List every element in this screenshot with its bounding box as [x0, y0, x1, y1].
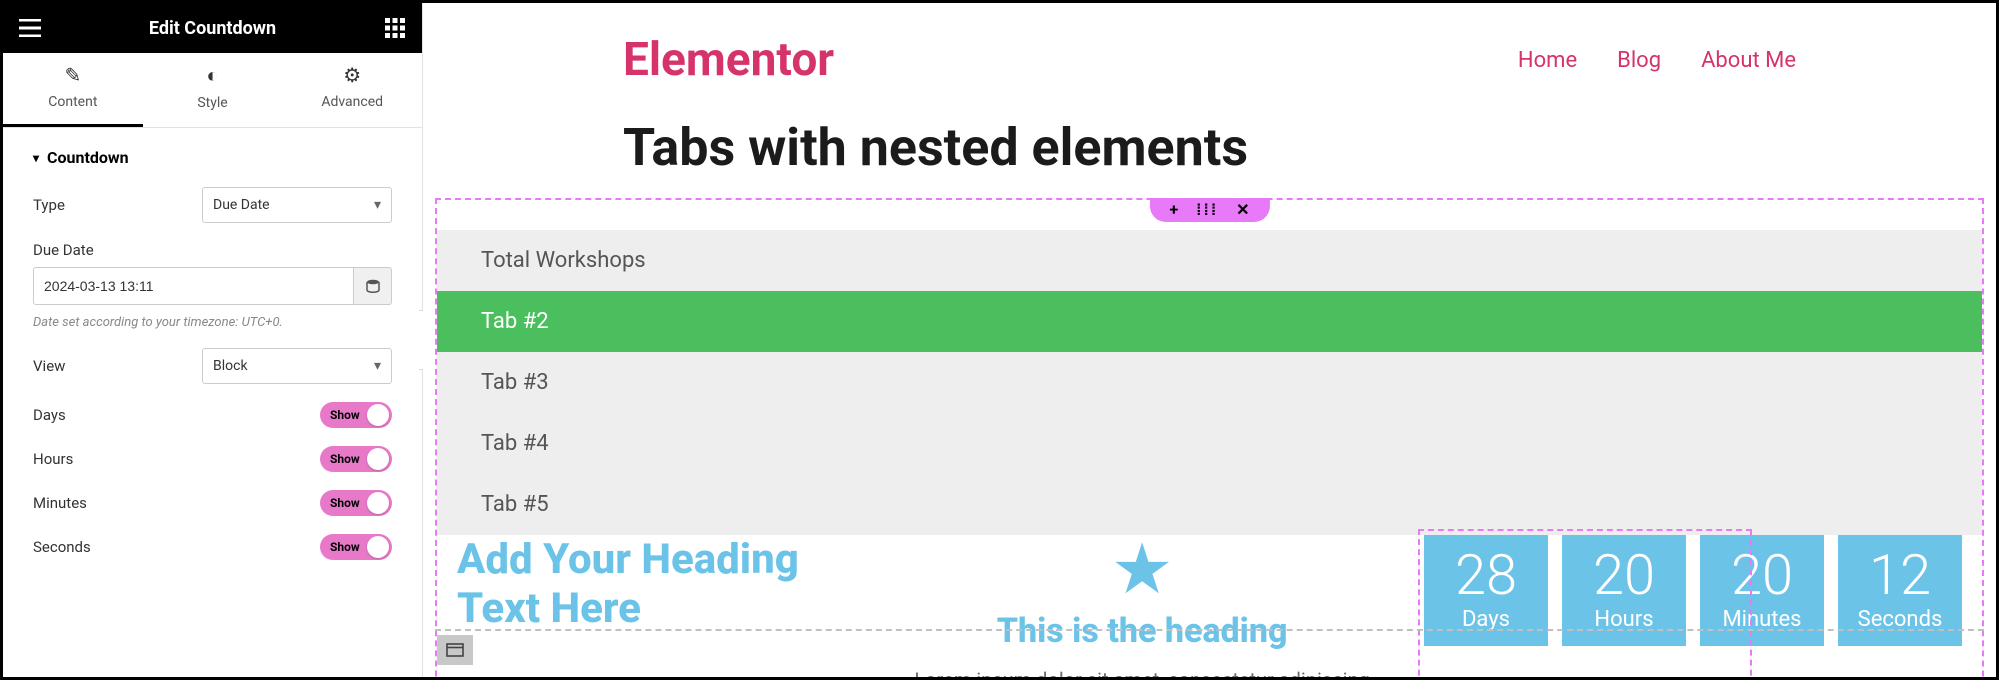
control-days: Days Show	[33, 402, 392, 428]
tabs-row: Total Workshops Tab #2 Tab #3 Tab #4 Tab…	[437, 230, 1982, 535]
tab-advanced[interactable]: ⚙ Advanced	[282, 53, 422, 127]
widgets-icon[interactable]	[382, 15, 408, 41]
nav-blog[interactable]: Blog	[1617, 48, 1661, 73]
site-header: Elementor Home Blog About Me	[423, 3, 1996, 97]
view-select[interactable]: Block ▾	[202, 348, 392, 384]
tab-2[interactable]: Tab #2	[437, 291, 1982, 352]
minutes-unit: Minutes	[1700, 607, 1824, 632]
control-view: View Block ▾	[33, 348, 392, 384]
due-date-input[interactable]	[33, 267, 354, 305]
hours-label: Hours	[33, 450, 73, 468]
days-value: 28	[1424, 545, 1548, 607]
editor-canvas: Elementor Home Blog About Me Tabs with n…	[423, 3, 1996, 677]
tab-style-label: Style	[197, 95, 227, 111]
drag-icon[interactable]: ⁞⁞⁞	[1196, 202, 1218, 218]
panel-tabs: ✎ Content ◐ Style ⚙ Advanced	[3, 53, 422, 128]
tab-total-workshops[interactable]: Total Workshops	[437, 230, 1982, 291]
minutes-value: 20	[1700, 545, 1824, 607]
seconds-label: Seconds	[33, 538, 91, 556]
due-date-label: Due Date	[33, 241, 392, 259]
site-brand[interactable]: Elementor	[623, 33, 834, 87]
days-toggle[interactable]: Show	[320, 402, 392, 428]
menu-icon[interactable]	[17, 15, 43, 41]
minutes-toggle[interactable]: Show	[320, 490, 392, 516]
chevron-down-icon: ▾	[374, 358, 381, 374]
page-title: Tabs with nested elements	[423, 97, 1996, 198]
heading-widget[interactable]: Add Your Heading Text Here	[457, 535, 860, 633]
section-title: Countdown	[47, 148, 129, 167]
site-nav: Home Blog About Me	[1518, 48, 1796, 73]
sidebar-header: Edit Countdown	[3, 3, 422, 53]
hours-unit: Hours	[1562, 607, 1686, 632]
tab-style[interactable]: ◐ Style	[143, 53, 283, 127]
hours-toggle[interactable]: Show	[320, 446, 392, 472]
seconds-toggle[interactable]: Show	[320, 534, 392, 560]
add-icon[interactable]: +	[1169, 202, 1178, 218]
chevron-down-icon: ▾	[33, 151, 39, 165]
editor-sidebar: Edit Countdown ✎ Content ◐ Style ⚙ Advan…	[3, 3, 423, 677]
pencil-icon: ✎	[3, 63, 143, 87]
seconds-unit: Seconds	[1838, 607, 1962, 632]
star-icon: ★	[900, 535, 1384, 605]
timezone-hint: Date set according to your timezone: UTC…	[33, 315, 392, 330]
contrast-icon: ◐	[143, 63, 283, 88]
add-section-area[interactable]	[435, 629, 1984, 669]
heading-text: Add Your Heading Text Here	[457, 535, 860, 633]
calendar-icon[interactable]	[354, 267, 392, 305]
tab-4[interactable]: Tab #4	[437, 413, 1982, 474]
control-due-date: Due Date	[33, 241, 392, 305]
days-unit: Days	[1424, 607, 1548, 632]
nav-home[interactable]: Home	[1518, 48, 1577, 73]
section-handle: + ⁞⁞⁞ ✕	[1149, 198, 1269, 222]
controls: Type Due Date ▾ Due Date Date set accord…	[3, 179, 422, 568]
view-label: View	[33, 357, 65, 375]
tab-3[interactable]: Tab #3	[437, 352, 1982, 413]
control-seconds: Seconds Show	[33, 534, 392, 560]
control-type: Type Due Date ▾	[33, 187, 392, 223]
close-icon[interactable]: ✕	[1236, 202, 1249, 218]
view-value: Block	[213, 358, 248, 374]
nav-about[interactable]: About Me	[1701, 48, 1796, 73]
control-minutes: Minutes Show	[33, 490, 392, 516]
tab-content[interactable]: ✎ Content	[3, 53, 143, 127]
gear-icon: ⚙	[282, 63, 422, 87]
seconds-value: 12	[1838, 545, 1962, 607]
type-label: Type	[33, 196, 65, 214]
tab-5[interactable]: Tab #5	[437, 474, 1982, 535]
type-select[interactable]: Due Date ▾	[202, 187, 392, 223]
type-value: Due Date	[213, 197, 270, 213]
control-hours: Hours Show	[33, 446, 392, 472]
sidebar-title: Edit Countdown	[149, 18, 276, 39]
hours-value: 20	[1562, 545, 1686, 607]
minutes-label: Minutes	[33, 494, 87, 512]
tab-content-label: Content	[48, 94, 97, 110]
section-countdown-toggle[interactable]: ▾ Countdown	[3, 128, 422, 179]
add-section-button[interactable]	[437, 635, 473, 665]
editor-section[interactable]: + ⁞⁞⁞ ✕ Total Workshops Tab #2 Tab #3 Ta…	[435, 198, 1984, 677]
tab-advanced-label: Advanced	[321, 94, 383, 110]
chevron-down-icon: ▾	[374, 197, 381, 213]
days-label: Days	[33, 406, 66, 424]
